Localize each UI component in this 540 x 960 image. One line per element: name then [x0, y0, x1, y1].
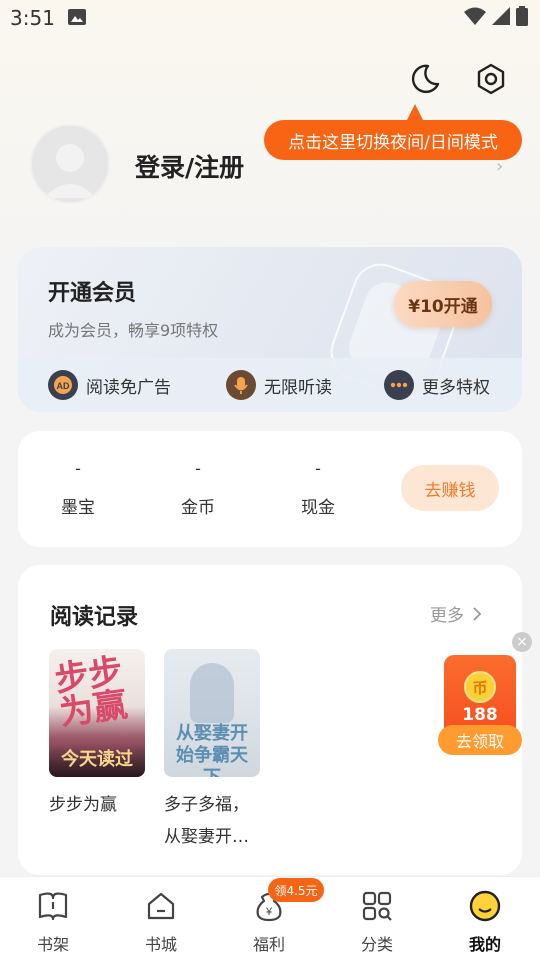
wifi-icon — [464, 7, 486, 25]
bookshelf-icon — [38, 892, 68, 921]
book-title[interactable]: 步步为赢 — [49, 789, 145, 821]
vip-title: 开通会员 — [48, 281, 137, 306]
signal-icon — [492, 7, 510, 25]
wallet-label: 现金 — [301, 498, 335, 518]
vip-perks: AD 阅读免广告 无限听读 更多特权 — [18, 358, 522, 412]
status-time: 3:51 — [10, 6, 55, 30]
settings-icon[interactable] — [474, 62, 508, 96]
chevron-right-icon — [473, 606, 482, 621]
perk-more[interactable]: 更多特权 — [384, 370, 490, 400]
night-mode-tooltip[interactable]: 点击这里切换夜间/日间模式 — [264, 120, 522, 160]
tab-label: 书城 — [144, 935, 177, 954]
vip-open-button[interactable]: ¥10开通 — [394, 281, 492, 327]
book-cover[interactable]: 步步为赢 今天读过 — [49, 649, 145, 777]
battery-icon — [516, 6, 528, 26]
wallet-mobao[interactable]: - 墨宝 — [38, 459, 118, 518]
default-avatar-icon — [44, 144, 96, 198]
reward-amount: 188 — [462, 705, 498, 725]
tab-bookstore[interactable]: 书城 — [126, 889, 196, 955]
perk-unlimited-listen[interactable]: 无限听读 — [226, 370, 332, 400]
book-cover[interactable]: 从娶妻开始争霸天下 — [164, 649, 260, 777]
perk-label: 更多特权 — [422, 377, 490, 398]
perk-no-ads[interactable]: AD 阅读免广告 — [48, 370, 171, 400]
home-icon — [147, 892, 175, 920]
wallet-value: - — [75, 459, 81, 478]
tab-label: 福利 — [252, 935, 285, 954]
book-title[interactable]: 多子多福，从娶妻开… — [164, 789, 260, 853]
reading-history-title: 阅读记录 — [50, 605, 139, 630]
svg-text:¥: ¥ — [265, 906, 273, 918]
perk-label: 无限听读 — [264, 377, 332, 398]
night-mode-icon[interactable] — [408, 62, 442, 96]
category-icon — [362, 891, 392, 921]
wallet-coins[interactable]: - 金币 — [158, 459, 238, 518]
status-bar: 3:51 — [0, 0, 540, 36]
close-icon[interactable]: × — [512, 632, 532, 652]
book-item[interactable]: 从娶妻开始争霸天下 多子多福，从娶妻开… — [164, 649, 260, 853]
wallet-label: 墨宝 — [61, 498, 95, 518]
tab-bookshelf[interactable]: 书架 — [18, 889, 88, 955]
image-notification-icon — [68, 9, 86, 25]
wallet-card: - 墨宝 - 金币 - 现金 去赚钱 — [18, 431, 522, 547]
tab-category[interactable]: 分类 — [342, 889, 412, 955]
book-item[interactable]: 步步为赢 今天读过 步步为赢 — [49, 649, 145, 821]
history-more-link[interactable]: 更多 — [430, 601, 482, 626]
history-more-label: 更多 — [430, 606, 464, 626]
wallet-value: - — [195, 459, 201, 478]
tab-label: 我的 — [468, 935, 501, 954]
book-cover-title: 从娶妻开始争霸天下 — [176, 723, 248, 777]
vip-subtitle: 成为会员，畅享9项特权 — [48, 321, 219, 340]
wallet-label: 金币 — [181, 498, 215, 518]
profile-icon — [469, 890, 501, 922]
microphone-icon — [226, 370, 256, 400]
more-dots-icon — [384, 370, 414, 400]
earn-money-button[interactable]: 去赚钱 — [401, 465, 499, 511]
claim-reward-button[interactable]: 去领取 — [438, 725, 522, 755]
coin-icon: 币 — [464, 671, 496, 703]
wallet-cash[interactable]: - 现金 — [278, 459, 358, 518]
login-register-link[interactable]: 登录/注册 — [135, 148, 244, 184]
book-cover-title: 步步为赢 — [52, 651, 130, 734]
vip-card[interactable]: 开通会员 成为会员，畅享9项特权 ¥10开通 AD 阅读免广告 无限听读 更多特… — [18, 247, 522, 412]
welfare-badge[interactable]: 领4.5元 — [268, 878, 324, 902]
tab-label: 分类 — [360, 935, 393, 954]
wallet-value: - — [315, 459, 321, 478]
tab-profile[interactable]: 我的 — [450, 889, 520, 955]
tab-label: 书架 — [36, 935, 69, 954]
avatar[interactable] — [30, 124, 110, 204]
svg-text:AD: AD — [57, 381, 70, 391]
read-today-badge: 今天读过 — [49, 743, 145, 777]
cover-figure — [190, 663, 234, 723]
ad-icon: AD — [48, 370, 78, 400]
perk-label: 阅读免广告 — [86, 377, 171, 398]
status-icons — [464, 6, 528, 26]
